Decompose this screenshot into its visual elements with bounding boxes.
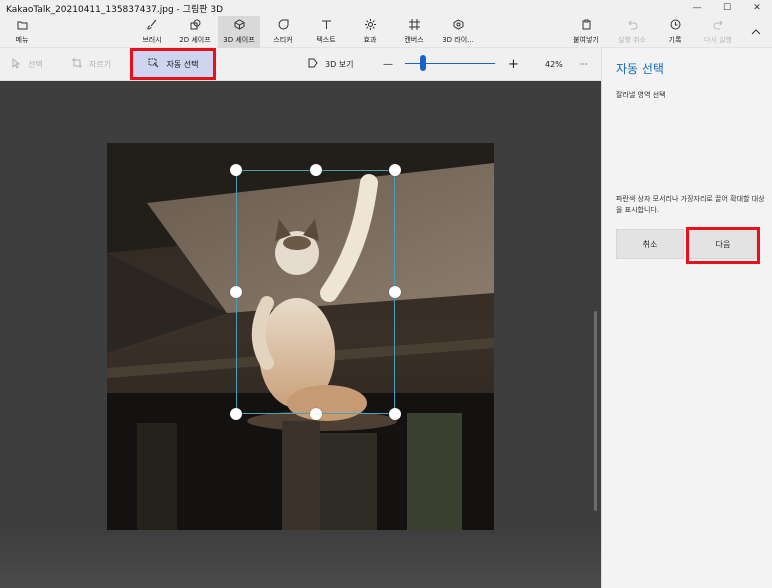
tool-3d-shapes[interactable]: 3D 셰이프 xyxy=(218,16,260,48)
tool-label: 2D 셰이프 xyxy=(179,36,211,44)
sticker-icon xyxy=(278,19,289,33)
select-label: 선택 xyxy=(28,60,43,69)
tool-text[interactable]: 텍스트 xyxy=(308,16,344,48)
tool-brushes[interactable]: 브러시 xyxy=(136,16,168,48)
menu-label: 메뉴 xyxy=(15,35,29,44)
close-button[interactable]: ✕ xyxy=(742,0,772,16)
zoom-slider-track[interactable] xyxy=(405,63,495,64)
handle-top-right[interactable] xyxy=(389,164,401,176)
selection-box[interactable] xyxy=(236,170,395,414)
tool-label: 효과 xyxy=(363,36,377,44)
handle-left[interactable] xyxy=(230,286,242,298)
tool-2d-shapes[interactable]: 2D 셰이프 xyxy=(174,16,216,48)
tool-label: 텍스트 xyxy=(316,36,336,44)
vertical-scrollbar[interactable] xyxy=(594,311,597,511)
canvas-shade xyxy=(0,531,601,588)
tool-canvas[interactable]: 캔버스 xyxy=(396,16,432,48)
text-icon xyxy=(321,19,332,33)
handle-bottom-left[interactable] xyxy=(230,408,242,420)
crop-tool[interactable]: 자르기 xyxy=(72,48,111,81)
handle-bottom[interactable] xyxy=(310,408,322,420)
handle-top-left[interactable] xyxy=(230,164,242,176)
panel-description: 파란색 상자 모서리나 가장자리로 끌어 확대할 대상을 표시합니다. xyxy=(616,195,765,214)
3d-library-icon xyxy=(453,19,464,33)
auto-select-button[interactable]: 자동 선택 xyxy=(133,51,213,77)
tool-label: 기록 xyxy=(668,36,682,44)
view-3d-toggle[interactable]: 3D 보기 xyxy=(308,48,354,81)
tool-label: 다시 실행 xyxy=(704,36,732,44)
crop-icon xyxy=(72,58,82,71)
handle-top[interactable] xyxy=(310,164,322,176)
side-panel: 자동 선택 잘라낼 영역 선택 파란색 상자 모서리나 가장자리로 끌어 확대할… xyxy=(601,48,772,588)
magic-select-icon xyxy=(148,58,159,71)
handle-right[interactable] xyxy=(389,286,401,298)
collapse-ribbon-button[interactable] xyxy=(746,16,766,48)
folder-icon xyxy=(17,20,28,33)
maximize-button[interactable]: ☐ xyxy=(712,0,742,16)
tool-label: 브러시 xyxy=(142,36,162,44)
sub-toolbar: 선택 자르기 3D 보기 — + 42% ··· xyxy=(0,48,601,81)
tool-stickers[interactable]: 스티커 xyxy=(266,16,300,48)
panel-title: 자동 선택 xyxy=(616,62,664,76)
zoom-slider-thumb[interactable] xyxy=(420,55,426,71)
canvas-icon xyxy=(408,19,420,33)
tool-3d-library[interactable]: 3D 라이... xyxy=(438,16,478,48)
tool-label: 붙여넣기 xyxy=(573,36,599,44)
effects-icon xyxy=(364,19,376,33)
history-button[interactable]: 기록 xyxy=(660,16,690,48)
paste-icon xyxy=(581,19,592,33)
panel-subtitle: 잘라낼 영역 선택 xyxy=(616,91,666,99)
next-button[interactable]: 다음 xyxy=(689,229,757,259)
menu-button[interactable]: 메뉴 xyxy=(4,16,40,48)
window-title: KakaoTalk_20210411_135837437.jpg - 그림판 3… xyxy=(6,4,224,15)
select-tool[interactable]: 선택 xyxy=(12,48,43,81)
zoom-out-button[interactable]: — xyxy=(383,48,393,81)
undo-button[interactable]: 실행 취소 xyxy=(612,16,652,48)
minimize-button[interactable]: — xyxy=(682,0,712,16)
view-3d-icon xyxy=(308,58,318,71)
paste-button[interactable]: 붙여넣기 xyxy=(566,16,606,48)
tool-label: 캔버스 xyxy=(404,36,424,44)
zoom-level: 42% xyxy=(545,60,563,69)
redo-icon xyxy=(713,19,724,33)
tool-effects[interactable]: 효과 xyxy=(354,16,386,48)
tool-label: 3D 라이... xyxy=(442,36,474,44)
brush-icon xyxy=(146,19,158,33)
cancel-button[interactable]: 취소 xyxy=(616,229,684,259)
crop-label: 자르기 xyxy=(89,60,112,69)
auto-select-label: 자동 선택 xyxy=(166,59,199,69)
history-icon xyxy=(670,19,681,33)
tool-label: 스티커 xyxy=(273,36,293,44)
chevron-up-icon xyxy=(751,26,761,38)
ribbon-toolbar: 메뉴 브러시 2D 셰이프 3D 셰이프 스티커 텍스트 효과 캔버스 3D 라… xyxy=(0,16,772,48)
redo-button[interactable]: 다시 실행 xyxy=(698,16,738,48)
more-options-button[interactable]: ··· xyxy=(580,48,588,81)
3d-shapes-icon xyxy=(234,19,245,33)
2d-shapes-icon xyxy=(190,19,201,33)
view-3d-label: 3D 보기 xyxy=(325,60,354,69)
title-bar: KakaoTalk_20210411_135837437.jpg - 그림판 3… xyxy=(0,0,772,16)
tool-label: 실행 취소 xyxy=(618,36,646,44)
zoom-in-button[interactable]: + xyxy=(508,48,519,81)
undo-icon xyxy=(627,19,638,33)
tool-label: 3D 셰이프 xyxy=(223,36,255,44)
handle-bottom-right[interactable] xyxy=(389,408,401,420)
pointer-icon xyxy=(12,57,21,72)
